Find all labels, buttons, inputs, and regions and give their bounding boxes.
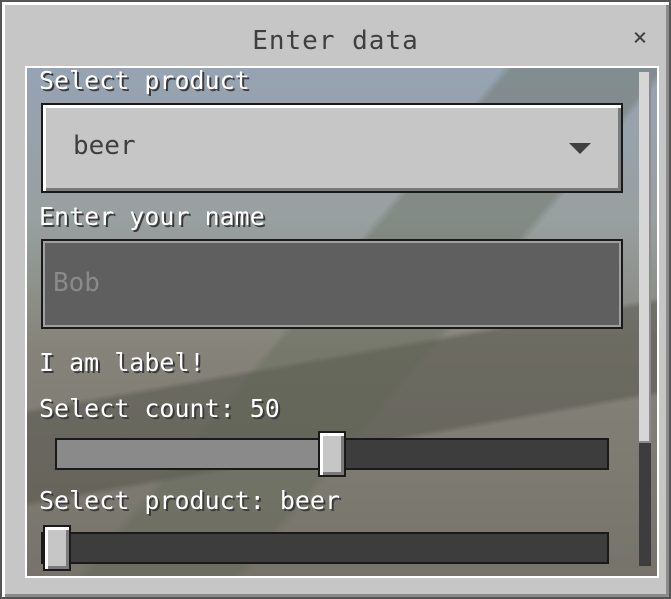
dialog-window: Enter data × Select product beer Enter y… xyxy=(0,0,671,599)
product-select-label: Select product xyxy=(39,66,250,95)
count-slider-fill xyxy=(57,440,332,468)
static-label: I am label! xyxy=(39,348,205,377)
close-icon[interactable]: × xyxy=(627,24,653,50)
name-field-label: Enter your name xyxy=(39,202,265,231)
product-dropdown-value: beer xyxy=(73,131,136,161)
count-slider-handle[interactable] xyxy=(318,431,346,477)
form-scroll-area[interactable]: Select product beer Enter your name I am… xyxy=(25,66,659,578)
product-slider-label: Select product: beer xyxy=(39,486,341,515)
product-slider[interactable] xyxy=(41,525,609,571)
name-field-container[interactable] xyxy=(41,239,623,329)
chevron-down-icon[interactable] xyxy=(569,143,591,154)
count-slider[interactable] xyxy=(55,431,609,477)
product-slider-handle[interactable] xyxy=(43,525,71,571)
scrollbar-thumb[interactable] xyxy=(639,72,651,443)
name-input[interactable] xyxy=(51,267,595,299)
count-slider-label: Select count: 50 xyxy=(39,394,280,423)
product-dropdown[interactable]: beer xyxy=(41,103,623,193)
title-bar: Enter data × xyxy=(10,10,661,66)
dialog-title: Enter data xyxy=(252,26,419,56)
vertical-scrollbar[interactable] xyxy=(639,72,651,566)
